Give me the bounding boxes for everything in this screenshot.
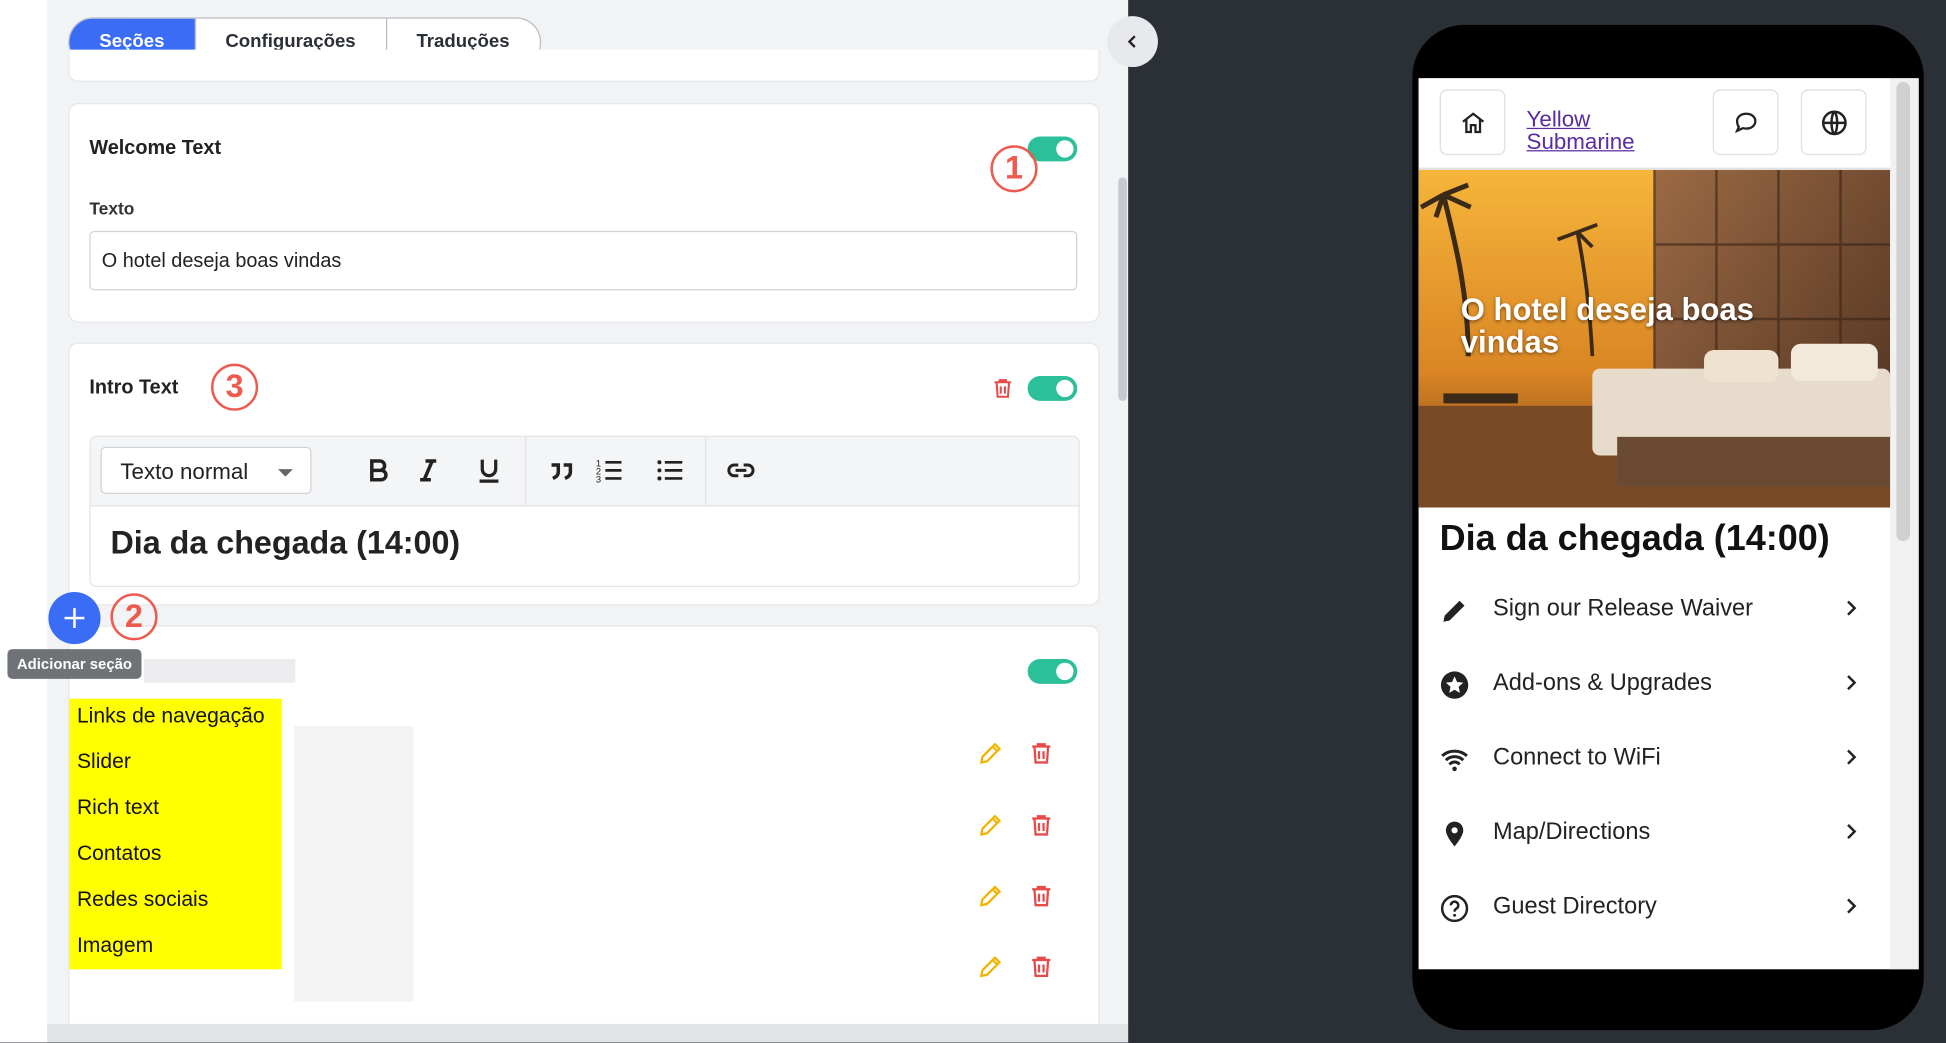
edit-pencil-icon[interactable] <box>977 953 1004 980</box>
delete-icon[interactable] <box>990 376 1015 401</box>
preview-heading: Dia da chegada (14:00) <box>1439 518 1830 559</box>
text-format-select[interactable]: Texto normal <box>100 446 312 494</box>
star-icon <box>1440 671 1469 699</box>
home-icon <box>1462 112 1485 134</box>
welcome-text-card: Welcome Text Texto O hotel deseja boas v… <box>68 103 1100 323</box>
collapse-panel-button[interactable] <box>1107 16 1158 68</box>
chat-button[interactable] <box>1712 89 1779 156</box>
quote-icon[interactable] <box>545 454 577 486</box>
toolbar-divider <box>524 436 527 506</box>
globe-icon <box>1821 110 1847 136</box>
title-placeholder <box>143 659 296 683</box>
link-label: Sign our Release Waiver <box>1493 595 1753 622</box>
link-release-waiver[interactable]: Sign our Release Waiver <box>1419 573 1891 647</box>
chevron-right-icon <box>1847 749 1857 765</box>
edit-pencil-icon[interactable] <box>977 882 1004 909</box>
navigation-links-toggle[interactable] <box>1027 659 1078 684</box>
add-section-tooltip: Adicionar seção <box>7 649 142 679</box>
preview-header: Yellow Submarine <box>1418 78 1891 172</box>
delete-icon[interactable] <box>1028 812 1055 839</box>
previous-section-card <box>68 49 1100 82</box>
menu-item-imagem[interactable]: Imagem <box>70 928 282 974</box>
delete-icon[interactable] <box>1028 882 1055 909</box>
delete-icon[interactable] <box>1028 740 1055 767</box>
menu-item-redes-sociais[interactable]: Redes sociais <box>70 882 282 928</box>
section-type-menu: Links de navegação Slider Rich text Cont… <box>69 698 282 970</box>
bold-icon[interactable] <box>362 454 394 486</box>
annotation-badge-2: 2 <box>110 593 158 641</box>
italic-icon[interactable] <box>412 454 444 486</box>
chevron-right-icon <box>1847 600 1857 616</box>
intro-text-title: Intro Text <box>89 377 179 399</box>
link-add-ons[interactable]: Add-ons & Upgrades <box>1419 648 1891 722</box>
chevron-right-icon <box>1847 898 1857 914</box>
intro-text-toggle[interactable] <box>1027 376 1078 401</box>
edit-pencil-icon[interactable] <box>977 740 1004 767</box>
chevron-right-icon <box>1847 675 1857 691</box>
editor-scrollbar[interactable] <box>1118 177 1127 401</box>
image-placeholder <box>294 726 414 1002</box>
left-gutter <box>0 0 48 1043</box>
toolbar-divider <box>704 436 707 506</box>
link-label: Guest Directory <box>1493 893 1657 920</box>
annotation-badge-1: 1 <box>990 145 1038 193</box>
welcome-text-input[interactable]: O hotel deseja boas vindas <box>89 230 1078 291</box>
link-label: Connect to WiFi <box>1493 744 1661 771</box>
hero-welcome-text: O hotel deseja boas vindas <box>1460 292 1754 360</box>
underline-icon[interactable] <box>473 454 505 486</box>
ordered-list-icon[interactable]: 123 <box>593 454 625 486</box>
rte-toolbar: Texto normal 123 <box>90 436 1079 507</box>
svg-text:3: 3 <box>596 473 601 484</box>
menu-item-slider[interactable]: Slider <box>70 745 282 791</box>
editor-panel: Seções Configurações Traduções Welcome T… <box>0 0 1129 1043</box>
horizontal-scrollbar[interactable] <box>47 1023 1129 1043</box>
link-guest-directory[interactable]: Guest Directory <box>1419 871 1891 945</box>
intro-text-content[interactable]: Dia da chegada (14:00) <box>110 524 460 562</box>
menu-item-rich-text[interactable]: Rich text <box>70 791 282 837</box>
link-icon[interactable] <box>725 454 757 486</box>
bullet-list-icon[interactable] <box>654 454 686 486</box>
delete-icon[interactable] <box>1028 953 1055 980</box>
preview-scrollbar[interactable] <box>1896 81 1911 542</box>
home-button[interactable] <box>1439 89 1506 156</box>
map-pin-icon <box>1445 821 1464 847</box>
edit-pencil-icon[interactable] <box>977 812 1004 839</box>
language-button[interactable] <box>1800 89 1867 156</box>
help-circle-icon <box>1440 894 1469 923</box>
hero-image: O hotel deseja boas vindas <box>1418 170 1891 508</box>
add-section-button[interactable] <box>48 592 101 645</box>
chevron-down-icon <box>278 469 293 477</box>
link-label: Add-ons & Upgrades <box>1493 670 1712 697</box>
wifi-icon <box>1441 749 1468 772</box>
rich-text-editor: Texto normal 123 Dia da chegada (14:00) <box>89 435 1080 588</box>
annotation-badge-3: 3 <box>210 363 259 411</box>
hotel-name-link[interactable]: Yellow Submarine <box>1527 108 1688 153</box>
chat-bubble-icon <box>1734 112 1757 134</box>
welcome-text-title: Welcome Text <box>89 137 222 159</box>
link-label: Map/Directions <box>1493 819 1651 846</box>
texto-label: Texto <box>89 198 135 219</box>
phone-preview: Yellow Submarine O hotel deseja boas vin… <box>1418 78 1919 970</box>
link-map-directions[interactable]: Map/Directions <box>1419 797 1891 871</box>
link-wifi[interactable]: Connect to WiFi <box>1419 722 1891 796</box>
chevron-left-icon <box>1127 35 1136 48</box>
text-format-value: Texto normal <box>120 459 249 485</box>
menu-item-contatos[interactable]: Contatos <box>70 837 282 883</box>
pencil-icon <box>1443 600 1465 622</box>
chevron-right-icon <box>1847 824 1857 840</box>
menu-item-links[interactable]: Links de navegação <box>70 699 282 745</box>
